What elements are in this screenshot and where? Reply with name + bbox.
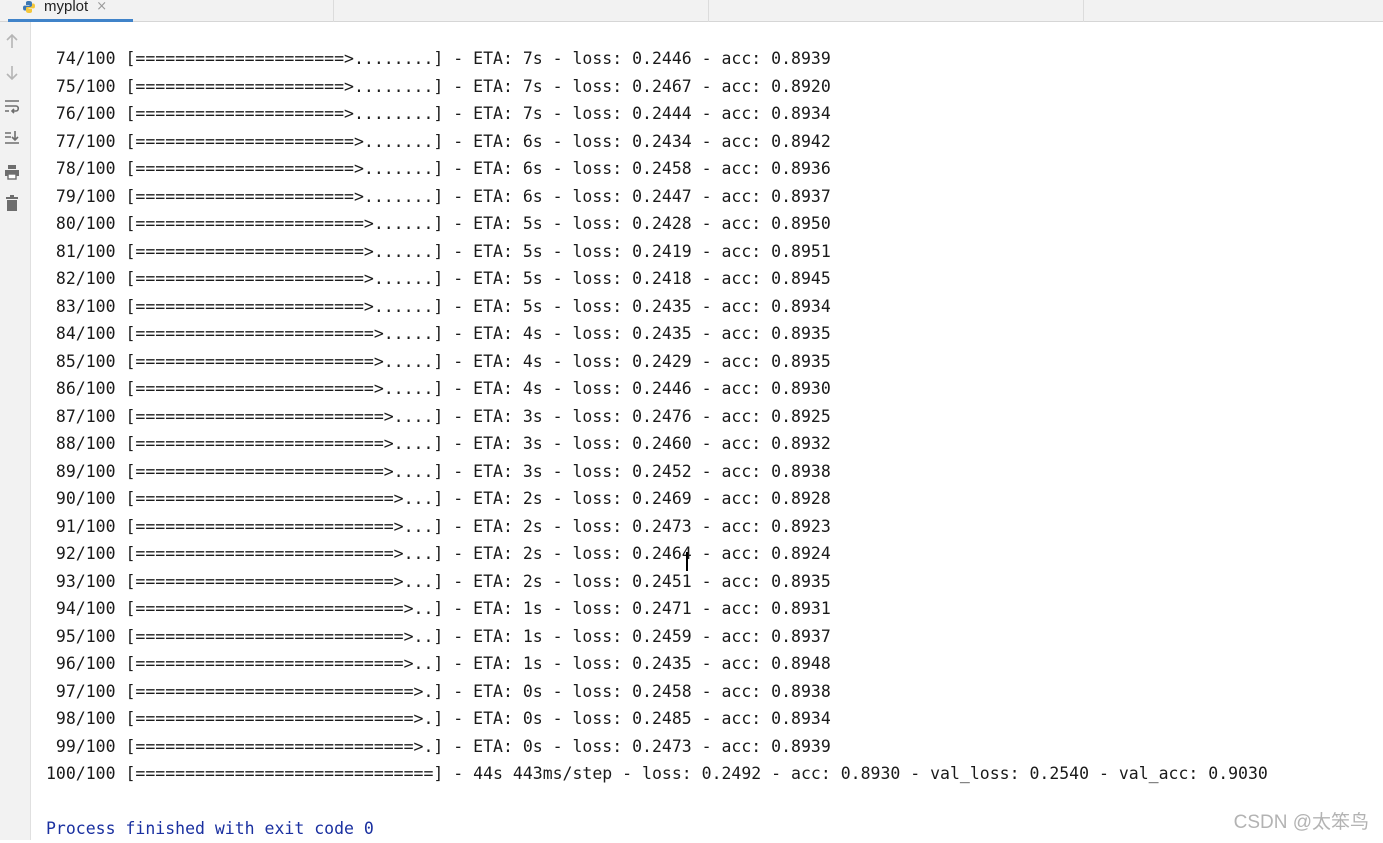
console-line: 94/100 [===========================>..] …: [46, 595, 1268, 623]
console-line: 80/100 [=======================>......] …: [46, 210, 1268, 238]
tab-bar: myplot ×: [0, 0, 1383, 22]
console-line: 90/100 [==========================>...] …: [46, 485, 1268, 513]
console-line: 96/100 [===========================>..] …: [46, 650, 1268, 678]
console-line: 83/100 [=======================>......] …: [46, 293, 1268, 321]
console-line: 93/100 [==========================>...] …: [46, 568, 1268, 596]
tab-divider: [708, 0, 709, 22]
console-output[interactable]: 74/100 [=====================>........] …: [46, 26, 1268, 843]
scroll-to-end-icon[interactable]: [3, 128, 21, 146]
console-line: 82/100 [=======================>......] …: [46, 265, 1268, 293]
console-line: 89/100 [=========================>....] …: [46, 458, 1268, 486]
console-line: 79/100 [======================>.......] …: [46, 183, 1268, 211]
console-line: 95/100 [===========================>..] …: [46, 623, 1268, 651]
console-line: 99/100 [============================>.] …: [46, 733, 1268, 761]
tab-myplot[interactable]: myplot ×: [8, 0, 133, 22]
console-line: 86/100 [========================>.....] …: [46, 375, 1268, 403]
text-cursor: [686, 552, 688, 571]
print-icon[interactable]: [3, 163, 21, 181]
console-line: 91/100 [==========================>...] …: [46, 513, 1268, 541]
console-line: 88/100 [=========================>....] …: [46, 430, 1268, 458]
tab-divider: [1083, 0, 1084, 22]
trash-icon[interactable]: [3, 194, 21, 212]
console-line: 87/100 [=========================>....] …: [46, 403, 1268, 431]
python-icon: [22, 0, 36, 14]
tab-divider: [333, 0, 334, 22]
arrow-down-icon[interactable]: [3, 64, 21, 82]
console-line: 84/100 [========================>.....] …: [46, 320, 1268, 348]
console-line: 81/100 [=======================>......] …: [46, 238, 1268, 266]
console-line: 100/100 [==============================]…: [46, 760, 1268, 788]
watermark: CSDN @太笨鸟: [1234, 807, 1369, 834]
process-exit-message: Process finished with exit code 0: [46, 815, 1268, 843]
arrow-up-icon[interactable]: [3, 32, 21, 50]
close-icon[interactable]: ×: [96, 0, 107, 14]
console-line: 76/100 [=====================>........] …: [46, 100, 1268, 128]
console-toolbar: [0, 22, 31, 840]
console-line: 78/100 [======================>.......] …: [46, 155, 1268, 183]
console-line: 85/100 [========================>.....] …: [46, 348, 1268, 376]
console-line: 75/100 [=====================>........] …: [46, 73, 1268, 101]
console-line: 74/100 [=====================>........] …: [46, 45, 1268, 73]
tab-title: myplot: [44, 0, 88, 15]
console-line: 98/100 [============================>.] …: [46, 705, 1268, 733]
console-line: 92/100 [==========================>...] …: [46, 540, 1268, 568]
console-line: 77/100 [======================>.......] …: [46, 128, 1268, 156]
soft-wrap-icon[interactable]: [3, 97, 21, 115]
console-line: 97/100 [============================>.] …: [46, 678, 1268, 706]
console-blank-line: [46, 788, 1268, 816]
